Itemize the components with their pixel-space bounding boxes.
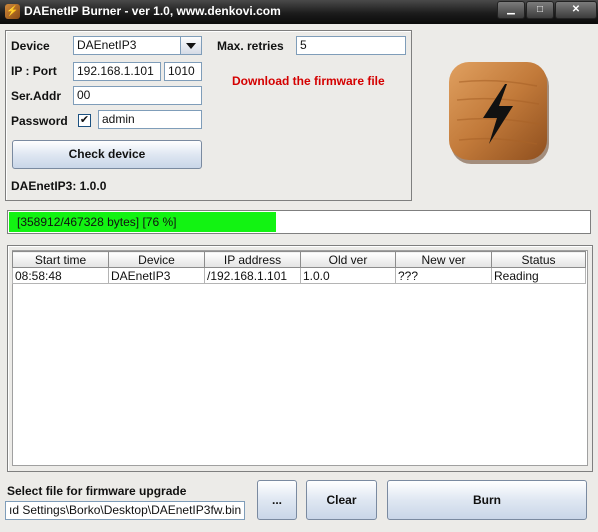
table-row[interactable]: 08:58:48 DAEnetIP3 /192.168.1.101 1.0.0 … [12,267,586,284]
cell-device: DAEnetIP3 [108,267,205,284]
main-content: Device DAEnetIP3 IP : Port 192.168.1.101… [0,24,598,532]
window-title: DAEnetIP Burner - ver 1.0, www.denkovi.c… [24,4,281,18]
max-retries-field[interactable]: 5 [296,36,406,55]
browse-button[interactable]: ... [257,480,297,520]
ser-addr-label: Ser.Addr [11,89,62,103]
password-checkbox[interactable]: ✔ [78,114,91,127]
close-icon: ✕ [571,4,581,15]
device-select-value: DAEnetIP3 [77,38,137,52]
col-start-time[interactable]: Start time [12,251,109,268]
maximize-icon: □ [536,4,544,15]
ser-addr-field[interactable]: 00 [73,86,202,105]
cell-start-time: 08:58:48 [12,267,109,284]
port-field[interactable]: 1010 [164,62,202,81]
password-field[interactable]: admin [98,110,202,129]
max-retries-label: Max. retries [217,39,284,53]
device-select[interactable]: DAEnetIP3 [73,36,202,55]
table-header-row: Start time Device IP address Old ver New… [12,251,586,268]
minimize-button[interactable]: ▁ [497,1,525,19]
col-old-ver[interactable]: Old ver [300,251,396,268]
app-title-icon: ⚡ [5,4,20,19]
select-file-label: Select file for firmware upgrade [7,484,187,498]
upload-progress-bar: [358912/467328 bytes] [76 %] [7,210,591,234]
title-bar: ⚡ DAEnetIP Burner - ver 1.0, www.denkovi… [0,0,598,24]
lightning-bolt-icon [449,62,549,164]
progress-text: [358912/467328 bytes] [76 %] [17,215,177,229]
cell-old-ver: 1.0.0 [300,267,396,284]
burn-button[interactable]: Burn [387,480,587,520]
cell-ip-address: /192.168.1.101 [204,267,301,284]
minimize-icon: ▁ [507,4,515,15]
chevron-down-icon[interactable] [180,37,201,54]
col-new-ver[interactable]: New ver [395,251,492,268]
col-ip-address[interactable]: IP address [204,251,301,268]
col-device[interactable]: Device [108,251,205,268]
col-status[interactable]: Status [491,251,586,268]
cell-new-ver: ??? [395,267,492,284]
password-label: Password [11,114,68,128]
device-info-text: DAEnetIP3: 1.0.0 [11,179,107,193]
close-button[interactable]: ✕ [555,1,597,19]
firmware-file-path-field[interactable]: ıd Settings\Borko\Desktop\DAEnetIP3fw.bi… [5,501,245,520]
ip-address-field[interactable]: 192.168.1.101 [73,62,161,81]
device-label: Device [11,39,50,53]
ip-port-label: IP : Port [11,64,57,78]
maximize-button[interactable]: □ [526,1,554,19]
check-device-button[interactable]: Check device [12,140,202,169]
cell-status: Reading [491,267,586,284]
clear-button[interactable]: Clear [306,480,377,520]
download-firmware-link[interactable]: Download the firmware file [232,74,385,88]
burn-log-table: Start time Device IP address Old ver New… [12,251,586,284]
